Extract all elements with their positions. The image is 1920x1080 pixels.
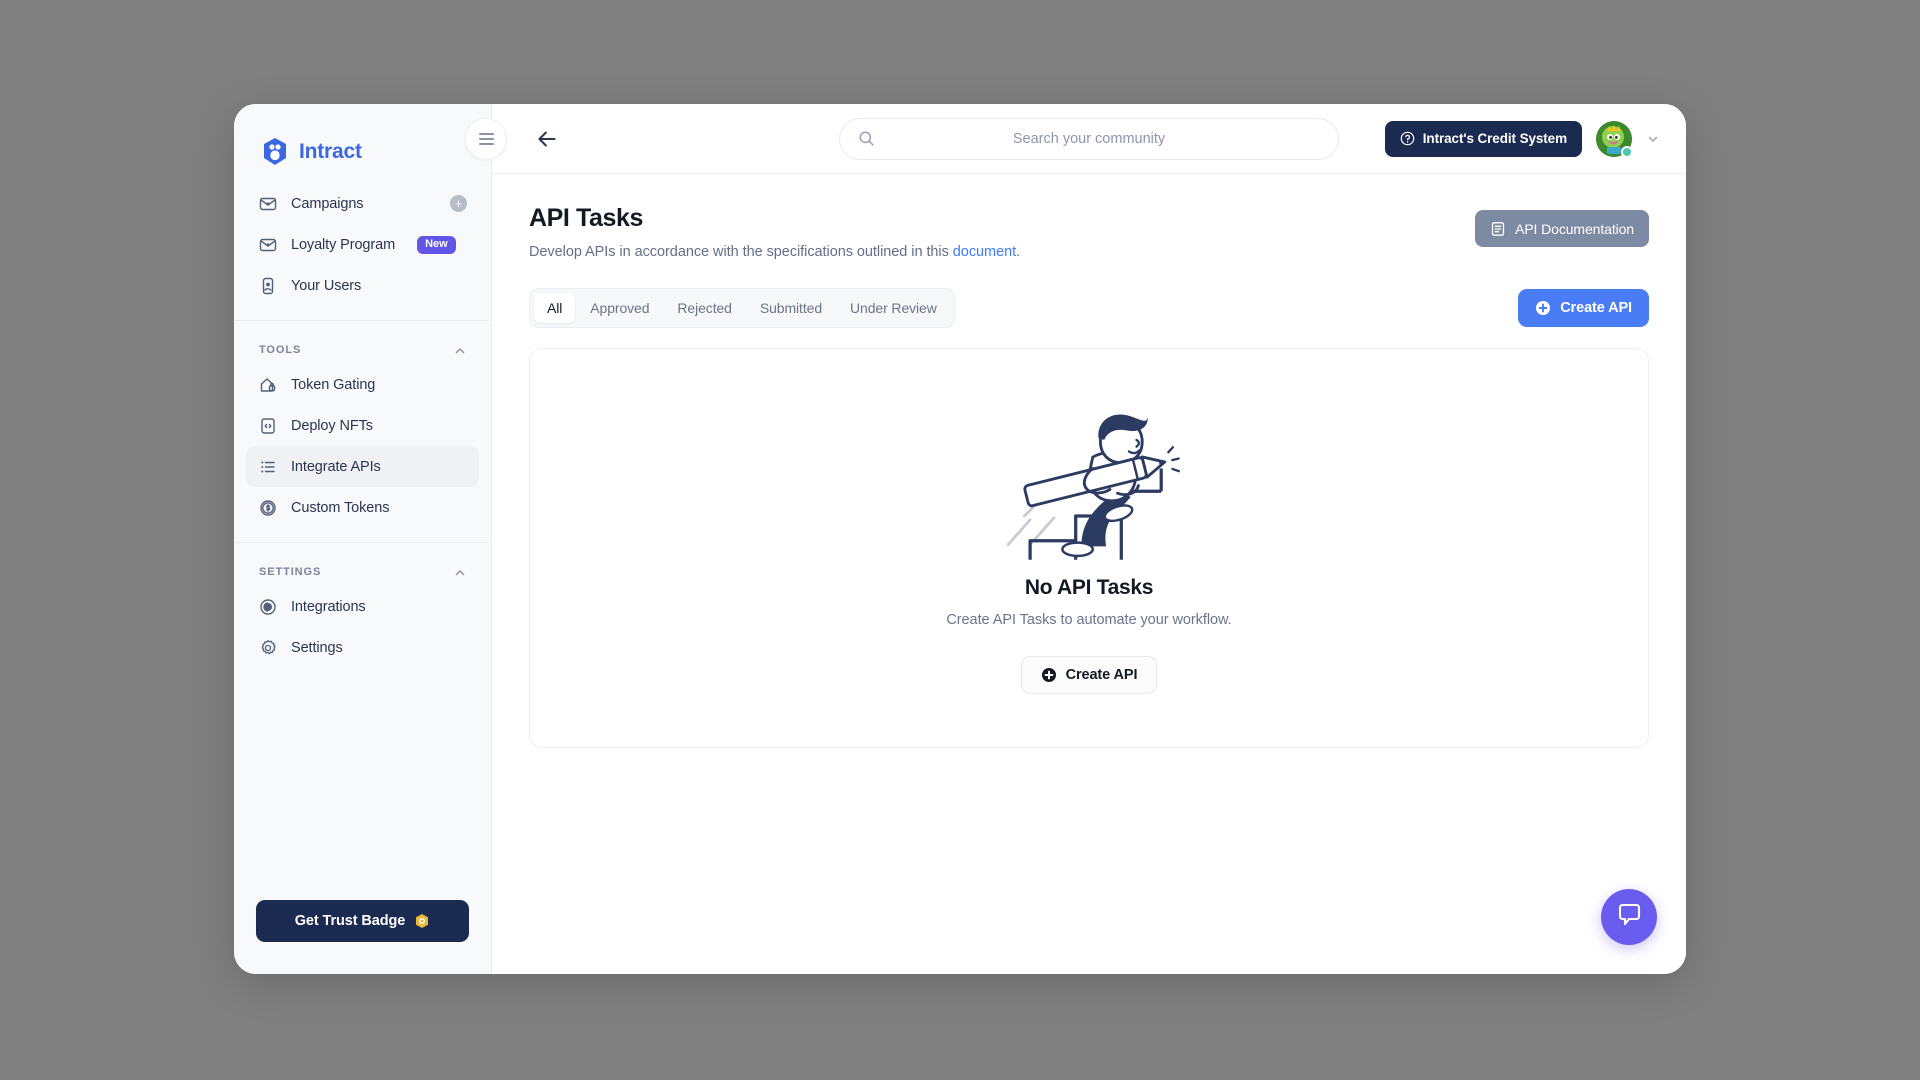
- plus-circle-icon: [1535, 300, 1551, 316]
- empty-state-title: No API Tasks: [1024, 576, 1154, 599]
- add-campaign-button[interactable]: +: [450, 195, 467, 212]
- integrate-apis-icon: [259, 458, 277, 476]
- tab-all[interactable]: All: [534, 293, 576, 323]
- search-box[interactable]: [839, 117, 1339, 160]
- sidebar-item-settings[interactable]: Settings: [246, 627, 479, 668]
- search-wrapper: [839, 117, 1339, 160]
- create-api-label: Create API: [1560, 300, 1632, 316]
- document-link[interactable]: document: [953, 244, 1016, 260]
- sidebar-item-loyalty-program[interactable]: Loyalty Program New: [246, 224, 479, 265]
- sidebar-item-label: Integrate APIs: [291, 458, 381, 475]
- topbar-right: Intract's Credit System: [1384, 120, 1660, 158]
- page-header: API Tasks Develop APIs in accordance wit…: [529, 204, 1649, 260]
- avatar[interactable]: [1596, 120, 1633, 158]
- topbar: Intract's Credit System: [465, 104, 1686, 174]
- page-header-text: API Tasks Develop APIs in accordance wit…: [529, 204, 1020, 260]
- brand-name: Intract: [299, 139, 362, 163]
- chevron-down-icon[interactable]: [1646, 132, 1660, 146]
- sidebar-item-label: Campaigns: [291, 195, 364, 212]
- sidebar-group-title: SETTINGS: [259, 566, 322, 578]
- new-badge: New: [417, 235, 456, 254]
- sidebar-item-custom-tokens[interactable]: Custom Tokens: [246, 487, 479, 528]
- question-circle-icon: [1400, 131, 1415, 146]
- search-input[interactable]: [858, 130, 1320, 147]
- trust-badge-label: Get Trust Badge: [294, 913, 406, 929]
- sidebar-item-label: Integrations: [291, 598, 366, 615]
- sidebar-item-integrations[interactable]: Integrations: [246, 586, 479, 627]
- credit-system-label: Intract's Credit System: [1422, 131, 1567, 146]
- chevron-up-icon[interactable]: [454, 566, 466, 578]
- tab-rejected[interactable]: Rejected: [664, 293, 744, 323]
- empty-state-create-api-label: Create API: [1065, 667, 1138, 683]
- page-content: API Tasks Develop APIs in accordance wit…: [492, 174, 1686, 974]
- tab-submitted[interactable]: Submitted: [747, 293, 835, 323]
- api-documentation-label: API Documentation: [1515, 220, 1634, 237]
- chevron-up-icon[interactable]: [454, 344, 466, 356]
- page-subtitle-suffix: .: [1016, 244, 1021, 260]
- plus-circle-icon: [1041, 667, 1057, 683]
- get-trust-badge-button[interactable]: Get Trust Badge: [256, 900, 469, 942]
- gear-icon: [259, 639, 277, 657]
- empty-state-subtitle: Create API Tasks to automate your workfl…: [946, 612, 1232, 628]
- tab-approved[interactable]: Approved: [577, 293, 662, 323]
- sidebar-item-label: Settings: [291, 639, 343, 656]
- hamburger-icon: [478, 130, 494, 148]
- sidebar-item-deploy-nfts[interactable]: Deploy NFTs: [246, 405, 479, 446]
- integrations-icon: [259, 598, 277, 616]
- loyalty-icon: [259, 236, 277, 254]
- person-climbing-stairs-with-pencil-illustration: [994, 402, 1184, 562]
- sidebar-footer: Get Trust Badge: [234, 900, 491, 974]
- sidebar-group-settings: SETTINGS Integrations Settings: [234, 542, 491, 682]
- token-gating-icon: [259, 376, 277, 394]
- sidebar-item-label: Loyalty Program: [291, 236, 396, 253]
- shield-coin-icon: [414, 913, 430, 929]
- empty-state-create-api-button[interactable]: Create API: [1020, 656, 1158, 694]
- brand[interactable]: Intract: [234, 104, 491, 174]
- tab-under-review[interactable]: Under Review: [837, 293, 950, 323]
- document-icon: [1490, 221, 1506, 237]
- credit-system-button[interactable]: Intract's Credit System: [1384, 120, 1582, 157]
- sidebar-item-integrate-apis[interactable]: Integrate APIs: [246, 446, 479, 487]
- sidebar-group-header-tools[interactable]: TOOLS: [246, 330, 479, 364]
- sidebar-item-label: Token Gating: [291, 376, 376, 393]
- status-tabs: All Approved Rejected Submitted Under Re…: [529, 288, 955, 328]
- empty-state-card: No API Tasks Create API Tasks to automat…: [529, 348, 1649, 748]
- status-badge: [1621, 145, 1633, 158]
- main-area: Intract's Credit System: [465, 104, 1686, 974]
- create-api-button[interactable]: Create API: [1518, 289, 1649, 327]
- sidebar-item-token-gating[interactable]: Token Gating: [246, 364, 479, 405]
- custom-tokens-icon: [259, 499, 277, 517]
- deploy-nfts-icon: [259, 417, 277, 435]
- page-subtitle: Develop APIs in accordance with the spec…: [529, 244, 1020, 260]
- sidebar-group-title: TOOLS: [259, 344, 302, 356]
- sidebar-item-label: Custom Tokens: [291, 499, 390, 516]
- chat-bubble-icon: [1616, 901, 1643, 933]
- sidebar-group-tools: TOOLS Token Gating Deploy NFTs Integrate…: [234, 320, 491, 542]
- sidebar-primary-group: Campaigns + Loyalty Program New Your Use…: [234, 174, 491, 320]
- sidebar-item-your-users[interactable]: Your Users: [246, 265, 479, 306]
- sidebar: Intract Campaigns + Loyalty Program New …: [234, 104, 492, 974]
- back-button[interactable]: [534, 126, 560, 152]
- tabs-row: All Approved Rejected Submitted Under Re…: [529, 288, 1649, 328]
- page-subtitle-prefix: Develop APIs in accordance with the spec…: [529, 244, 953, 260]
- intract-hex-logo-icon: [262, 137, 288, 166]
- page-title: API Tasks: [529, 204, 644, 232]
- campaign-icon: [259, 195, 277, 213]
- users-icon: [259, 277, 277, 295]
- sidebar-item-label: Deploy NFTs: [291, 417, 373, 434]
- sidebar-toggle-button[interactable]: [465, 118, 507, 160]
- chat-widget-button[interactable]: [1601, 889, 1657, 945]
- sidebar-item-label: Your Users: [291, 277, 362, 294]
- api-documentation-button[interactable]: API Documentation: [1475, 210, 1649, 247]
- app-window: Intract Campaigns + Loyalty Program New …: [234, 104, 1686, 974]
- sidebar-item-campaigns[interactable]: Campaigns +: [246, 183, 479, 224]
- sidebar-group-header-settings[interactable]: SETTINGS: [246, 552, 479, 586]
